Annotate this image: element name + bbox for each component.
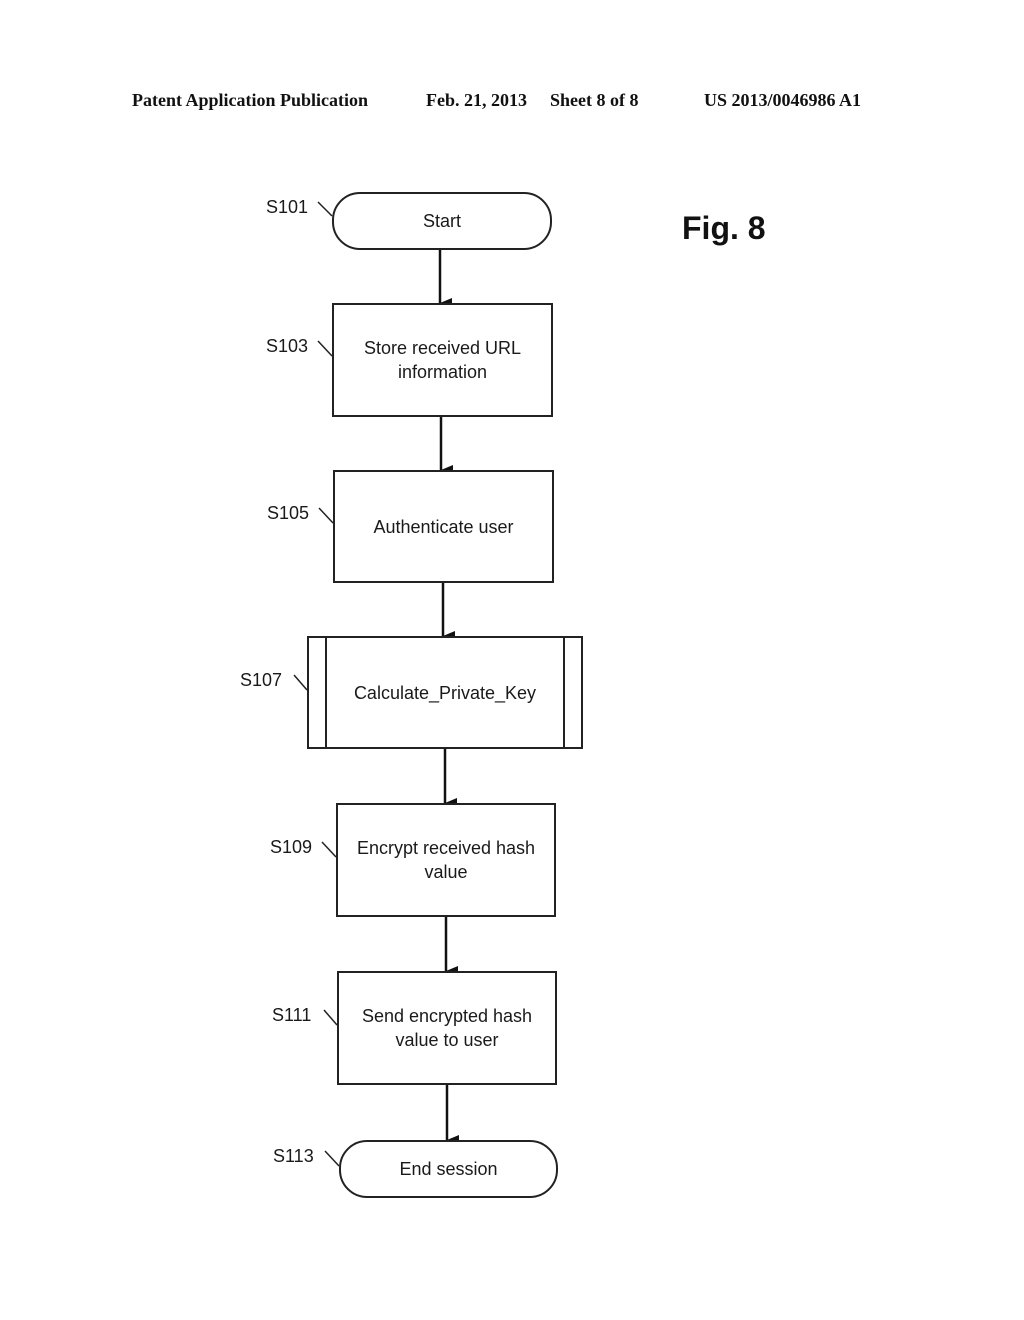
step-send-hash: Send encrypted hash value to user [337, 971, 557, 1085]
step-text: Calculate_Private_Key [353, 682, 537, 703]
step-store-url: Store received URL information [332, 303, 553, 417]
label-leader-line [318, 507, 334, 524]
step-label: S113 [273, 1146, 314, 1166]
step-start: Start [332, 192, 552, 250]
step-encrypt-hash: Encrypt received hash value [336, 803, 556, 917]
label-leader-line [323, 1009, 338, 1026]
step-text: End session [399, 1159, 498, 1179]
label-leader-line [324, 1150, 340, 1167]
step-label: S107 [240, 670, 283, 690]
step-text: Store received URL information [363, 338, 522, 382]
step-text: Encrypt received hash value [356, 838, 536, 882]
step-authenticate: Authenticate user [333, 470, 554, 583]
step-text: Send encrypted hash value to user [361, 1006, 533, 1050]
label-leader-line [317, 201, 333, 217]
step-label: S105 [267, 503, 310, 523]
step-label: S101 [266, 197, 309, 217]
label-leader-line [293, 674, 308, 691]
label-leader-line [317, 340, 333, 357]
step-text: Start [422, 211, 461, 231]
step-label: S109 [270, 837, 313, 857]
step-label: S111 [272, 1005, 312, 1025]
label-leader-line [321, 841, 337, 858]
step-text: Authenticate user [373, 516, 514, 537]
step-end-session: End session [339, 1140, 558, 1198]
step-calculate-private-key: Calculate_Private_Key [307, 636, 583, 749]
step-label: S103 [266, 336, 309, 356]
